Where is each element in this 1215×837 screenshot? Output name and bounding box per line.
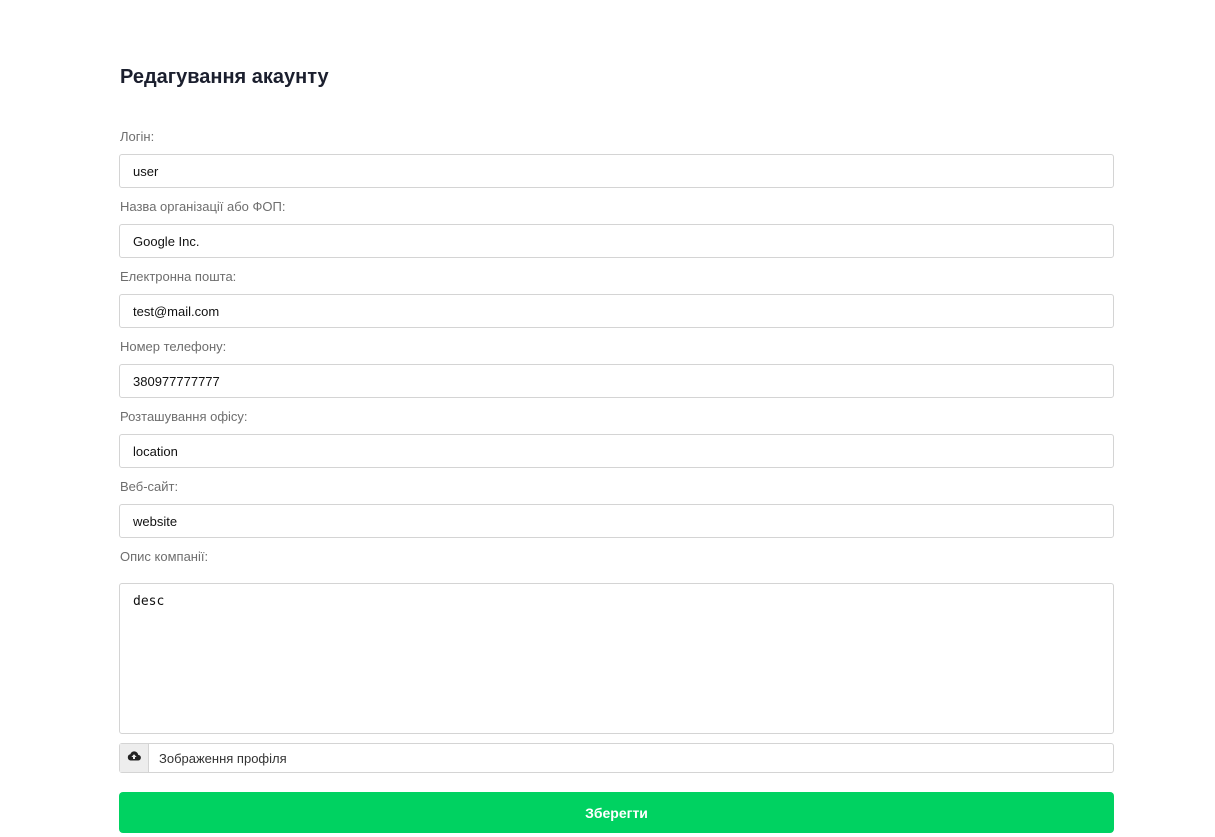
- description-textarea[interactable]: desc: [119, 583, 1114, 734]
- location-input[interactable]: [119, 434, 1114, 468]
- save-button[interactable]: Зберегти: [119, 792, 1114, 833]
- email-input[interactable]: [119, 294, 1114, 328]
- website-label: Веб-сайт:: [120, 479, 179, 494]
- phone-label: Номер телефону:: [120, 339, 227, 354]
- website-input[interactable]: [119, 504, 1114, 538]
- login-label: Логін:: [120, 129, 155, 144]
- cloud-upload-icon: [127, 749, 141, 767]
- page: Редагування акаунту Логін: Назва організ…: [0, 0, 1215, 837]
- description-label: Опис компанії:: [120, 549, 209, 564]
- organization-label: Назва організації або ФОП:: [120, 199, 286, 214]
- page-title: Редагування акаунту: [120, 66, 329, 88]
- email-label: Електронна пошта:: [120, 269, 237, 284]
- login-input[interactable]: [119, 154, 1114, 188]
- location-label: Розташування офісу:: [120, 409, 248, 424]
- description-text: desc: [133, 594, 165, 609]
- profile-image-upload[interactable]: Зображення профіля: [119, 743, 1114, 773]
- phone-input[interactable]: [119, 364, 1114, 398]
- upload-icon-box[interactable]: [120, 744, 149, 772]
- profile-image-label: Зображення профіля: [159, 750, 287, 766]
- organization-input[interactable]: [119, 224, 1114, 258]
